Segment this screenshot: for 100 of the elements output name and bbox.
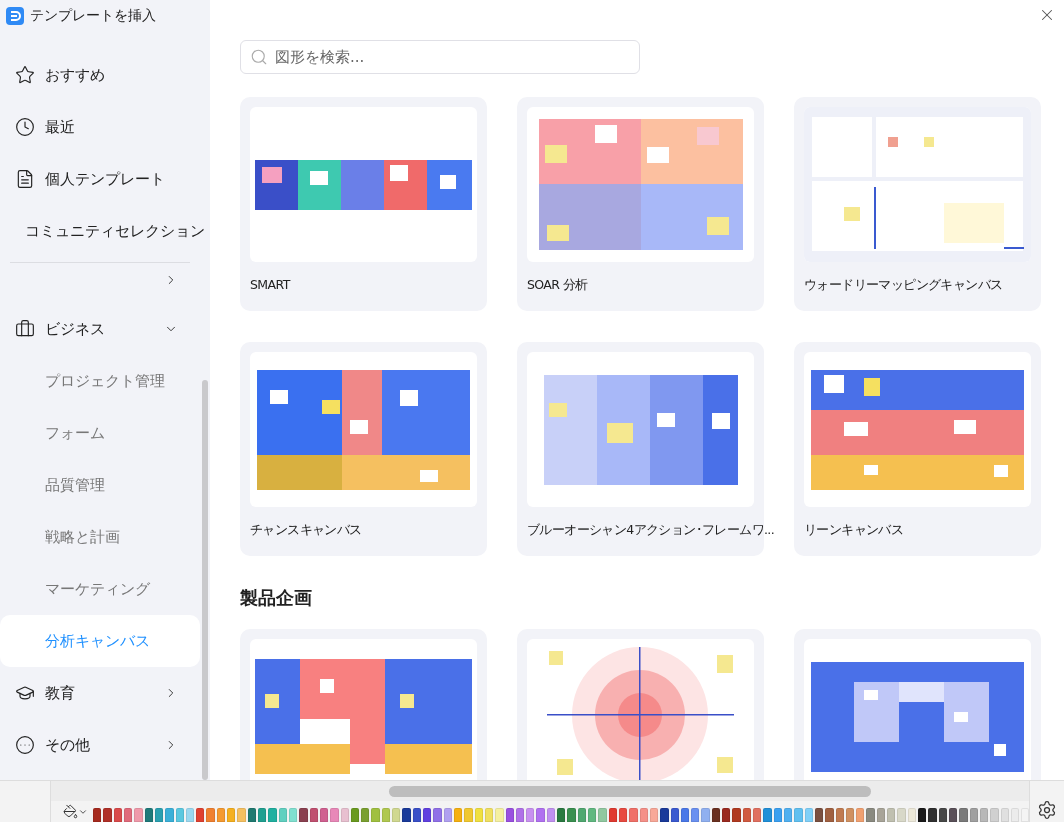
color-swatch[interactable] xyxy=(134,808,143,822)
template-card[interactable]: チャンスキャンバス xyxy=(240,342,487,556)
template-card[interactable]: ウォードリーマッピングキャンバス xyxy=(794,97,1041,311)
color-swatch[interactable] xyxy=(866,808,875,822)
color-swatch[interactable] xyxy=(804,808,813,822)
color-swatch[interactable] xyxy=(1010,808,1020,822)
color-swatch[interactable] xyxy=(185,808,195,822)
color-swatch[interactable] xyxy=(154,808,164,822)
color-swatch[interactable] xyxy=(588,808,597,822)
color-swatch[interactable] xyxy=(783,808,793,822)
category-item[interactable]: その他 xyxy=(0,719,200,771)
color-swatch[interactable] xyxy=(990,808,999,822)
subcategory-item[interactable]: プロジェクト管理 xyxy=(0,355,200,407)
color-swatch[interactable] xyxy=(113,808,122,822)
color-swatch[interactable] xyxy=(639,808,648,822)
category-item[interactable]: 教育 xyxy=(0,667,200,719)
color-swatch[interactable] xyxy=(979,808,989,822)
color-swatch[interactable] xyxy=(660,808,669,822)
color-swatch[interactable] xyxy=(423,808,432,822)
color-swatch[interactable] xyxy=(484,808,494,822)
color-swatch[interactable] xyxy=(495,808,504,822)
color-swatch[interactable] xyxy=(216,808,226,822)
color-swatch[interactable] xyxy=(948,808,958,822)
color-swatch[interactable] xyxy=(340,808,349,822)
color-swatch[interactable] xyxy=(361,808,370,822)
color-swatch[interactable] xyxy=(577,808,586,822)
color-swatch[interactable] xyxy=(711,808,721,822)
color-swatch[interactable] xyxy=(825,808,834,822)
color-swatch[interactable] xyxy=(443,808,452,822)
color-swatch[interactable] xyxy=(299,808,308,822)
color-swatch[interactable] xyxy=(969,808,978,822)
color-swatch[interactable] xyxy=(288,808,298,822)
color-swatch[interactable] xyxy=(742,808,751,822)
color-swatch[interactable] xyxy=(773,808,782,822)
color-swatch[interactable] xyxy=(268,808,277,822)
color-swatch[interactable] xyxy=(794,808,803,822)
color-swatch[interactable] xyxy=(928,808,937,822)
color-swatch[interactable] xyxy=(319,808,329,822)
color-swatch[interactable] xyxy=(309,808,318,822)
color-swatch[interactable] xyxy=(876,808,886,822)
color-swatch[interactable] xyxy=(907,808,916,822)
color-swatch[interactable] xyxy=(618,808,628,822)
color-swatch[interactable] xyxy=(557,808,566,822)
color-swatch[interactable] xyxy=(474,808,483,822)
color-swatch[interactable] xyxy=(227,808,236,822)
template-card[interactable] xyxy=(517,629,764,780)
color-swatch[interactable] xyxy=(732,808,741,822)
color-swatch[interactable] xyxy=(845,808,855,822)
color-swatch[interactable] xyxy=(433,808,442,822)
color-swatch[interactable] xyxy=(505,808,514,822)
color-swatch[interactable] xyxy=(959,808,968,822)
color-swatch[interactable] xyxy=(93,808,102,822)
color-swatch[interactable] xyxy=(598,808,607,822)
color-swatch[interactable] xyxy=(278,808,287,822)
subcategory-item[interactable]: 品質管理 xyxy=(0,459,200,511)
color-swatch[interactable] xyxy=(515,808,525,822)
color-swatch[interactable] xyxy=(258,808,267,822)
subcategory-item[interactable]: マーケティング xyxy=(0,563,200,615)
color-swatch[interactable] xyxy=(453,808,463,822)
color-swatch[interactable] xyxy=(680,808,690,822)
template-card[interactable]: SOAR 分析 xyxy=(517,97,764,311)
color-swatch[interactable] xyxy=(887,808,896,822)
color-swatch[interactable] xyxy=(856,808,865,822)
color-swatch[interactable] xyxy=(1000,808,1009,822)
color-swatch[interactable] xyxy=(814,808,824,822)
color-swatch[interactable] xyxy=(123,808,133,822)
color-swatch[interactable] xyxy=(165,808,174,822)
color-swatch[interactable] xyxy=(649,808,659,822)
template-card[interactable]: SMART xyxy=(240,97,487,311)
color-swatch[interactable] xyxy=(938,808,947,822)
subcategory-item[interactable]: 戦略と計画 xyxy=(0,511,200,563)
color-swatch[interactable] xyxy=(392,808,401,822)
color-swatch[interactable] xyxy=(175,808,184,822)
color-swatch[interactable] xyxy=(629,808,638,822)
color-swatch[interactable] xyxy=(753,808,762,822)
color-swatch[interactable] xyxy=(330,808,339,822)
color-swatch[interactable] xyxy=(464,808,473,822)
color-swatch[interactable] xyxy=(835,808,844,822)
settings-icon[interactable] xyxy=(1037,800,1057,820)
template-card[interactable] xyxy=(240,629,487,780)
sidebar-item[interactable]: 最近 xyxy=(0,101,200,153)
color-swatch[interactable] xyxy=(763,808,772,822)
color-swatch[interactable] xyxy=(402,808,411,822)
color-swatch[interactable] xyxy=(247,808,256,822)
template-card[interactable] xyxy=(794,629,1041,780)
search-field[interactable]: 図形を検索... xyxy=(240,40,640,74)
color-swatch[interactable] xyxy=(412,808,421,822)
color-swatch[interactable] xyxy=(237,808,246,822)
color-swatch[interactable] xyxy=(608,808,617,822)
color-swatch[interactable] xyxy=(701,808,710,822)
sidebar-item[interactable]: おすすめ xyxy=(0,49,200,101)
color-swatch[interactable] xyxy=(722,808,731,822)
color-swatch[interactable] xyxy=(381,808,391,822)
color-swatch[interactable] xyxy=(371,808,380,822)
color-swatch[interactable] xyxy=(918,808,927,822)
color-swatch[interactable] xyxy=(144,808,153,822)
color-swatch[interactable] xyxy=(546,808,556,822)
color-swatch[interactable] xyxy=(526,808,535,822)
color-swatch[interactable] xyxy=(536,808,545,822)
color-swatch[interactable] xyxy=(691,808,700,822)
